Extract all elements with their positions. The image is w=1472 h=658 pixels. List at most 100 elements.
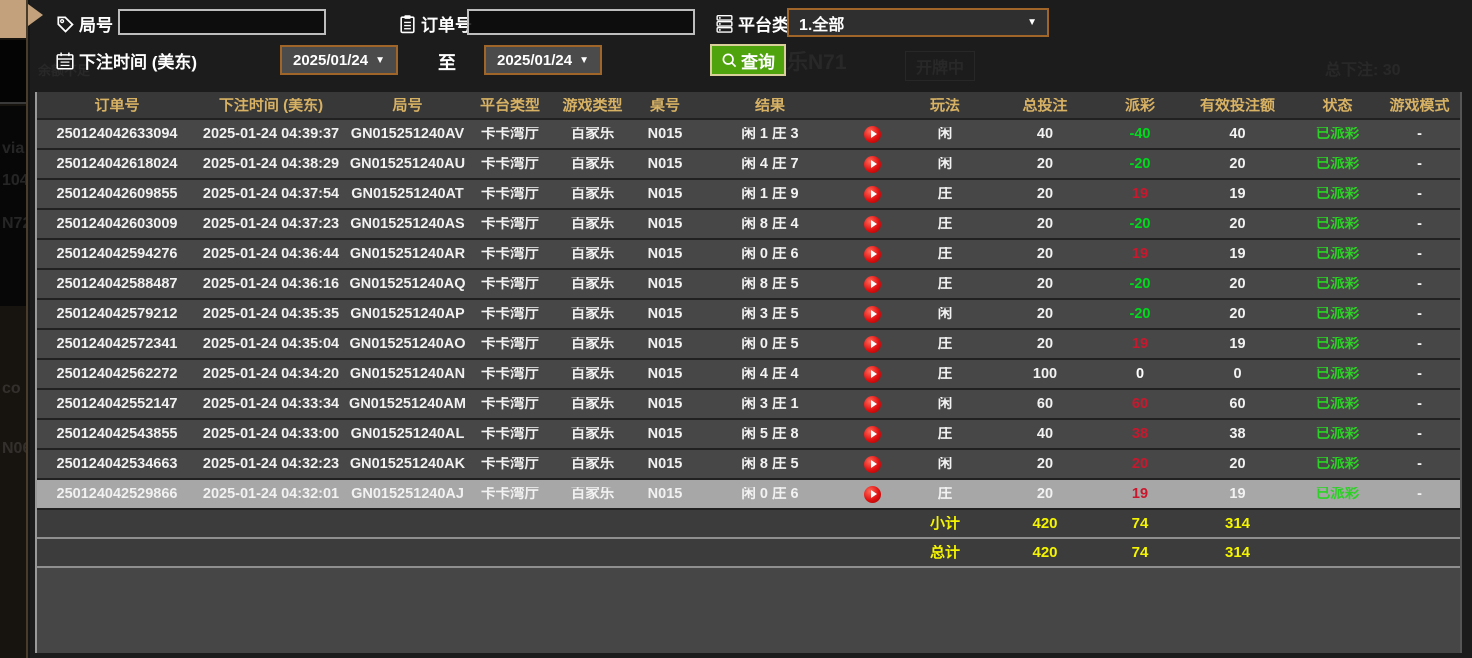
search-icon [721,52,738,69]
replay-icon[interactable] [864,306,881,323]
cell-status: 已派彩 [1295,277,1380,292]
cell-play-type: 闲 [900,397,990,412]
replay-icon[interactable] [864,396,881,413]
cell-valid-bet: 20 [1180,217,1295,232]
cell-platform: 卡卡湾厅 [470,157,550,172]
table-row[interactable]: 2501240426098552025-01-24 04:37:54GN0152… [37,180,1460,210]
query-button[interactable]: 查询 [710,44,786,76]
cell-status: 已派彩 [1295,457,1380,472]
cell-game-type: 百家乐 [550,277,635,292]
cell-status: 已派彩 [1295,337,1380,352]
cell-status: 已派彩 [1295,427,1380,442]
replay-icon[interactable] [864,456,881,473]
replay-icon[interactable] [864,186,881,203]
cell-total-bet: 40 [990,427,1100,442]
cell-game-mode: - [1380,157,1459,172]
cell-payout: -20 [1100,277,1180,292]
cell-game-type: 百家乐 [550,457,635,472]
cell-table-no: N015 [635,187,695,202]
column-header: 游戏类型 [550,98,635,113]
cell-game-mode: - [1380,337,1459,352]
cell-total-bet: 60 [990,397,1100,412]
cell-result: 闲 8 庄 4 [695,217,845,232]
cell-bet-time: 2025-01-24 04:37:54 [197,187,345,202]
table-row[interactable]: 2501240425884872025-01-24 04:36:16GN0152… [37,270,1460,300]
date-from-value: 2025/01/24 [293,52,368,69]
cell-status: 已派彩 [1295,307,1380,322]
replay-icon[interactable] [864,486,881,503]
date-to-select[interactable]: 2025/01/24 ▼ [484,45,602,75]
side-strip-block [0,106,28,306]
column-header: 平台类型 [470,98,550,113]
cell-replay [845,276,900,293]
cell-replay [845,186,900,203]
cell-valid-bet: 60 [1180,397,1295,412]
table-row[interactable]: 2501240425521472025-01-24 04:33:34GN0152… [37,390,1460,420]
replay-icon[interactable] [864,216,881,233]
table-row[interactable]: 2501240426030092025-01-24 04:37:23GN0152… [37,210,1460,240]
replay-icon[interactable] [864,366,881,383]
cell-valid-bet: 20 [1180,157,1295,172]
cell-round-id: GN015251240AR [345,247,470,262]
table-row[interactable]: 2501240425942762025-01-24 04:36:44GN0152… [37,240,1460,270]
cell-table-no: N015 [635,127,695,142]
column-header: 总投注 [990,98,1100,113]
column-header: 结果 [695,98,845,113]
cell-payout: 19 [1100,337,1180,352]
clipboard-icon [398,14,417,34]
cell-platform: 卡卡湾厅 [470,487,550,502]
cell-payout: 60 [1100,397,1180,412]
table-row[interactable]: 2501240425346632025-01-24 04:32:23GN0152… [37,450,1460,480]
platform-type-select[interactable]: 1.全部 ▼ [787,8,1049,37]
replay-icon[interactable] [864,126,881,143]
cell-total-bet: 100 [990,367,1100,382]
cell-game-mode: - [1380,247,1459,262]
cell-total-bet: 20 [990,487,1100,502]
cell-table-no: N015 [635,247,695,262]
cell-game-mode: - [1380,187,1459,202]
table-row[interactable]: 2501240425723412025-01-24 04:35:04GN0152… [37,330,1460,360]
cell-game-type: 百家乐 [550,397,635,412]
table-row[interactable]: 2501240425438552025-01-24 04:33:00GN0152… [37,420,1460,450]
replay-icon[interactable] [864,426,881,443]
cell-round-id: GN015251240AU [345,157,470,172]
cell-bet-time: 2025-01-24 04:39:37 [197,127,345,142]
order-number-input[interactable] [467,9,695,35]
round-number-input[interactable] [118,9,326,35]
round-number-label: 局号 [79,11,113,36]
subtotal-row: 小计42074314 [37,510,1460,539]
table-row[interactable]: 2501240425622722025-01-24 04:34:20GN0152… [37,360,1460,390]
replay-icon[interactable] [864,246,881,263]
cell-play-type: 庄 [900,337,990,352]
table-row[interactable]: 2501240425792122025-01-24 04:35:35GN0152… [37,300,1460,330]
table-row[interactable]: 2501240426180242025-01-24 04:38:29GN0152… [37,150,1460,180]
column-header: 玩法 [900,98,990,113]
cell-game-mode: - [1380,457,1459,472]
replay-icon[interactable] [864,156,881,173]
cell-status: 已派彩 [1295,157,1380,172]
replay-icon[interactable] [864,276,881,293]
cell-game-mode: - [1380,487,1459,502]
replay-icon[interactable] [864,336,881,353]
cell-round-id: GN015251240AT [345,187,470,202]
cell-total-bet: 20 [990,307,1100,322]
cell-platform: 卡卡湾厅 [470,367,550,382]
order-number-label: 订单号 [421,11,472,36]
cell-status: 已派彩 [1295,217,1380,232]
side-tab[interactable] [0,0,28,38]
subtotal-row-cell: 74 [1100,516,1180,531]
table-row[interactable]: 2501240426330942025-01-24 04:39:37GN0152… [37,120,1460,150]
cell-bet-time: 2025-01-24 04:32:23 [197,457,345,472]
cell-result: 闲 0 庄 6 [695,487,845,502]
cell-game-mode: - [1380,307,1459,322]
cell-platform: 卡卡湾厅 [470,187,550,202]
ghost-text: 总下注: 30 [1325,56,1401,80]
table-row[interactable]: 2501240425298662025-01-24 04:32:01GN0152… [37,480,1460,510]
cell-order-id: 250124042603009 [37,217,197,232]
date-from-select[interactable]: 2025/01/24 ▼ [280,45,398,75]
side-tab-arrow-icon[interactable] [28,4,43,26]
cell-payout: -20 [1100,307,1180,322]
cell-payout: 20 [1100,457,1180,472]
cell-total-bet: 20 [990,157,1100,172]
cell-status: 已派彩 [1295,187,1380,202]
